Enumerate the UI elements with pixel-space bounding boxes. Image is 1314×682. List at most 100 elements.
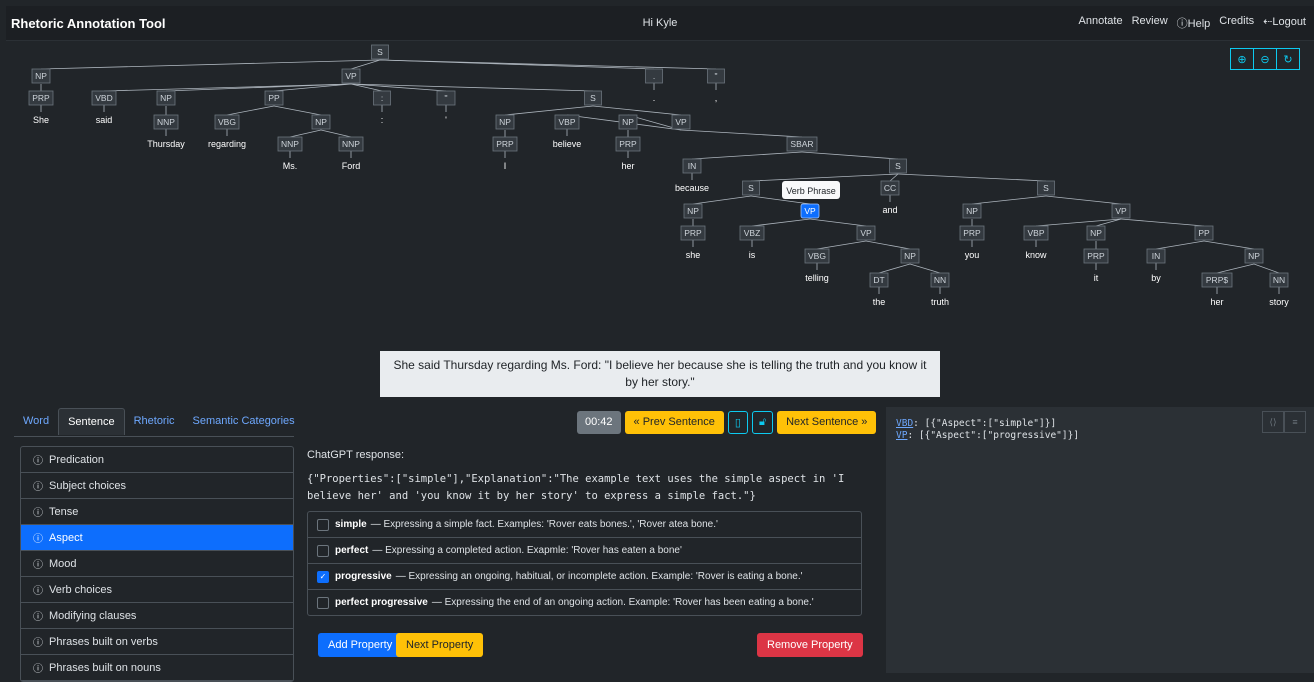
- tree-node[interactable]: S: [371, 44, 389, 60]
- tree-leaf-word[interactable]: it: [1094, 273, 1099, 283]
- property-item[interactable]: simple — Expressing a simple fact. Exampl…: [308, 512, 861, 538]
- tree-leaf-word[interactable]: telling: [805, 273, 829, 283]
- category-item[interactable]: ⓘ Subject choices: [21, 473, 293, 499]
- add-property-button[interactable]: Add Property: [318, 633, 403, 657]
- category-item[interactable]: ⓘ Verb choices: [21, 577, 293, 603]
- tree-node[interactable]: IN: [1146, 248, 1166, 264]
- tree-leaf-word[interactable]: she: [686, 250, 701, 260]
- tree-node[interactable]: PP: [264, 90, 284, 106]
- tab-word[interactable]: Word: [14, 408, 58, 435]
- tree-node[interactable]: SBAR: [786, 136, 818, 152]
- category-item[interactable]: ⓘ Phrases built on nouns: [21, 655, 293, 681]
- lock-icon[interactable]: 🔓︎: [751, 411, 774, 434]
- property-item[interactable]: perfect progressive — Expressing the end …: [308, 590, 861, 615]
- tree-node[interactable]: VBZ: [739, 225, 765, 241]
- tree-leaf-word[interactable]: believe: [553, 139, 582, 149]
- tab-sentence[interactable]: Sentence: [58, 408, 125, 435]
- code-key[interactable]: VBD: [896, 418, 913, 429]
- tree-leaf-word[interactable]: .: [653, 93, 656, 103]
- tree-node[interactable]: S: [584, 90, 602, 106]
- code-icon[interactable]: ⟨⟩: [1262, 411, 1284, 433]
- tree-node[interactable]: PRP: [615, 136, 641, 152]
- tree-node[interactable]: S: [889, 158, 907, 174]
- tree-node[interactable]: NP: [900, 248, 920, 264]
- tree-leaf-word[interactable]: and: [882, 205, 897, 215]
- checkbox[interactable]: [317, 518, 329, 531]
- tree-node[interactable]: DT: [869, 272, 889, 288]
- tree-node[interactable]: NP: [618, 114, 638, 130]
- category-item[interactable]: ⓘ Modifying clauses: [21, 603, 293, 629]
- tree-node[interactable]: CC: [880, 180, 900, 196]
- tree-node[interactable]: PRP: [680, 225, 706, 241]
- category-item-active[interactable]: ⓘ Aspect: [21, 525, 293, 551]
- tree-node[interactable]: VBD: [91, 90, 117, 106]
- tree-leaf-word[interactable]: regarding: [208, 139, 246, 149]
- tree-node[interactable]: PRP: [28, 90, 54, 106]
- tree-node[interactable]: :: [373, 90, 391, 106]
- tree-node[interactable]: IN: [682, 158, 702, 174]
- tree-node[interactable]: NP: [962, 203, 982, 219]
- tree-node[interactable]: NNP: [277, 136, 303, 152]
- code-key[interactable]: VP: [896, 430, 907, 441]
- nav-help[interactable]: ⓘHelp: [1177, 15, 1211, 31]
- tree-leaf-word[interactable]: because: [675, 183, 709, 193]
- tree-node[interactable]: VBG: [804, 248, 830, 264]
- reset-icon[interactable]: ↻: [1277, 48, 1300, 70]
- nav-credits[interactable]: Credits: [1219, 15, 1254, 31]
- tree-node[interactable]: NN: [930, 272, 950, 288]
- tree-leaf-word[interactable]: I: [504, 161, 507, 171]
- tree-node[interactable]: NP: [683, 203, 703, 219]
- tree-node[interactable]: VP: [341, 68, 361, 84]
- tree-leaf-word[interactable]: you: [965, 250, 980, 260]
- bookmark-icon[interactable]: ▯: [727, 411, 748, 434]
- tree-node[interactable]: .: [645, 68, 663, 84]
- list-icon[interactable]: ≡: [1284, 411, 1306, 433]
- nav-logout[interactable]: ⇠Logout: [1263, 15, 1306, 31]
- tree-leaf-word[interactable]: her: [1210, 297, 1223, 307]
- tree-node[interactable]: S: [742, 180, 760, 196]
- tree-node[interactable]: S: [1037, 180, 1055, 196]
- tree-node[interactable]: NP: [311, 114, 331, 130]
- nav-review[interactable]: Review: [1132, 15, 1168, 31]
- tree-leaf-word[interactable]: Ms.: [283, 161, 298, 171]
- next-property-button[interactable]: Next Property: [396, 633, 484, 657]
- tree-leaf-word[interactable]: truth: [931, 297, 949, 307]
- tree-node[interactable]: NP: [1086, 225, 1106, 241]
- remove-property-button[interactable]: Remove Property: [757, 633, 863, 657]
- tree-node[interactable]: '': [436, 90, 456, 106]
- nav-annotate[interactable]: Annotate: [1079, 15, 1123, 31]
- tree-node[interactable]: NNP: [153, 114, 179, 130]
- tab-semantic-categories[interactable]: Semantic Categories: [184, 408, 304, 435]
- tree-node[interactable]: NN: [1269, 272, 1289, 288]
- tree-node[interactable]: VP: [1111, 203, 1131, 219]
- tree-leaf-word[interactable]: ,: [715, 93, 718, 103]
- tree-node[interactable]: ": [707, 68, 725, 84]
- tree-node[interactable]: VP: [671, 114, 691, 130]
- tree-leaf-word[interactable]: Thursday: [147, 139, 185, 149]
- category-item[interactable]: ⓘ Mood: [21, 551, 293, 577]
- tree-node[interactable]: PRP: [959, 225, 985, 241]
- tree-leaf-word[interactable]: ': [445, 115, 447, 125]
- checkbox[interactable]: [317, 596, 329, 609]
- category-item[interactable]: ⓘ Tense: [21, 499, 293, 525]
- property-item[interactable]: perfect — Expressing a completed action. …: [308, 538, 861, 564]
- category-item[interactable]: ⓘ Phrases built on verbs: [21, 629, 293, 655]
- checkbox[interactable]: [317, 544, 329, 557]
- tree-leaf-word[interactable]: story: [1269, 297, 1289, 307]
- zoom-out-icon[interactable]: ⊖: [1254, 48, 1277, 70]
- tree-node[interactable]: PRP$: [1201, 272, 1233, 288]
- tree-node[interactable]: NP: [31, 68, 51, 84]
- tree-node[interactable]: NP: [495, 114, 515, 130]
- tab-rhetoric[interactable]: Rhetoric: [125, 408, 184, 435]
- tree-node[interactable]: NNP: [338, 136, 364, 152]
- tree-leaf-word[interactable]: :: [381, 115, 384, 125]
- tree-leaf-word[interactable]: by: [1151, 273, 1161, 283]
- tree-node[interactable]: PRP: [492, 136, 518, 152]
- prev-sentence-button[interactable]: « Prev Sentence: [624, 411, 724, 434]
- tree-node[interactable]: VBP: [554, 114, 580, 130]
- tree-node-selected[interactable]: VP: [800, 203, 820, 219]
- tree-leaf-word[interactable]: said: [96, 115, 113, 125]
- tree-node[interactable]: VBG: [214, 114, 240, 130]
- category-item[interactable]: ⓘ Predication: [21, 447, 293, 473]
- tree-node[interactable]: PP: [1194, 225, 1214, 241]
